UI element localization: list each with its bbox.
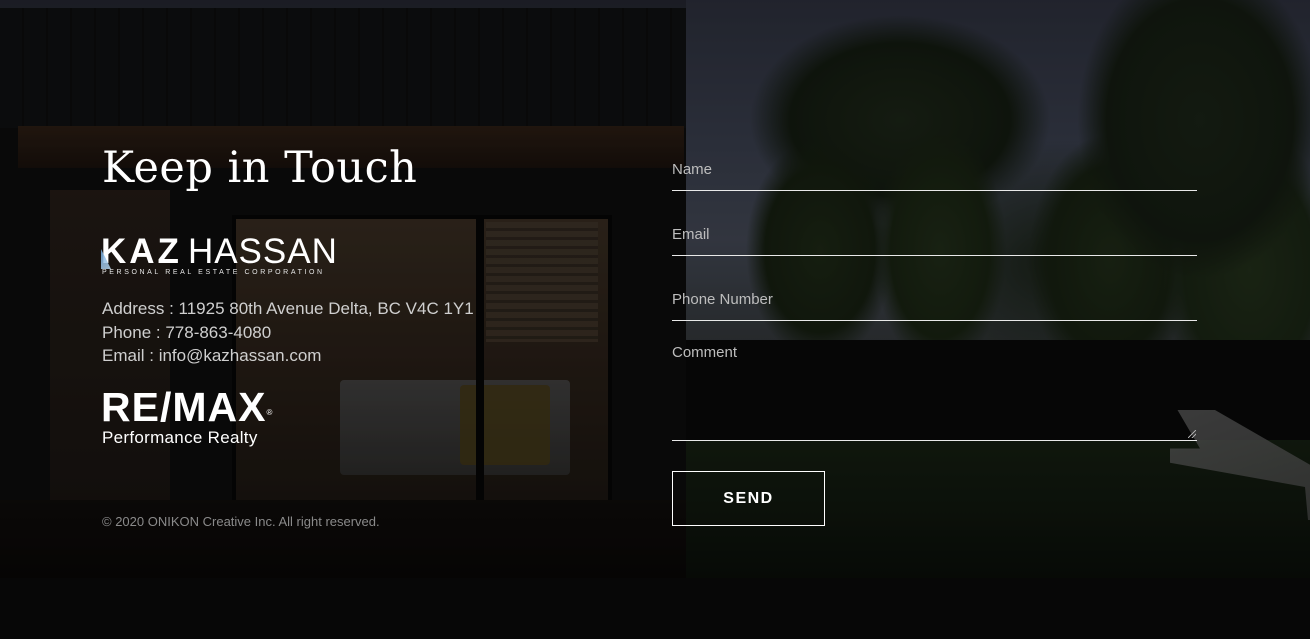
contact-details: Address : 11925 80th Avenue Delta, BC V4… <box>102 297 474 368</box>
brand-name-bold: KAZ <box>101 232 182 271</box>
email-field[interactable]: Email <box>672 225 1197 256</box>
section-heading: Keep in Touch <box>102 143 418 193</box>
resize-grip-icon[interactable] <box>1188 430 1196 438</box>
name-input[interactable] <box>672 160 1197 190</box>
comment-field[interactable]: Comment <box>672 343 1197 441</box>
registered-mark: ® <box>266 408 274 417</box>
brand-name: KAZ HASSAN <box>101 234 338 269</box>
remax-logo-text: RE/MAX <box>101 384 267 430</box>
address-text: Address : 11925 80th Avenue Delta, BC V4… <box>102 299 474 318</box>
phone-text[interactable]: Phone : 778-863-4080 <box>102 321 474 345</box>
email-row: Email : info@kazhassan.com <box>102 344 474 368</box>
email-input[interactable] <box>672 225 1197 255</box>
name-field[interactable]: Name <box>672 160 1197 191</box>
comment-textarea[interactable] <box>672 343 1197 440</box>
brokerage-name: Performance Realty <box>102 428 258 447</box>
brand-tagline: PERSONAL REAL ESTATE CORPORATION <box>102 269 325 276</box>
brand-name-light: HASSAN <box>187 232 338 271</box>
footer-strip <box>0 578 1310 639</box>
email-label: Email : <box>102 346 159 365</box>
remax-wordmark: RE/MAX® <box>101 386 273 428</box>
email-link[interactable]: info@kazhassan.com <box>159 346 322 365</box>
kaz-hassan-logo: KAZ HASSAN PERSONAL REAL ESTATE CORPORATI… <box>101 234 337 280</box>
send-button[interactable]: SEND <box>672 471 825 526</box>
phone-input[interactable] <box>672 290 1197 320</box>
phone-field[interactable]: Phone Number <box>672 290 1197 321</box>
remax-logo: RE/MAX® Performance Realty <box>101 386 301 456</box>
copyright-text: © 2020 ONIKON Creative Inc. All right re… <box>102 514 380 529</box>
